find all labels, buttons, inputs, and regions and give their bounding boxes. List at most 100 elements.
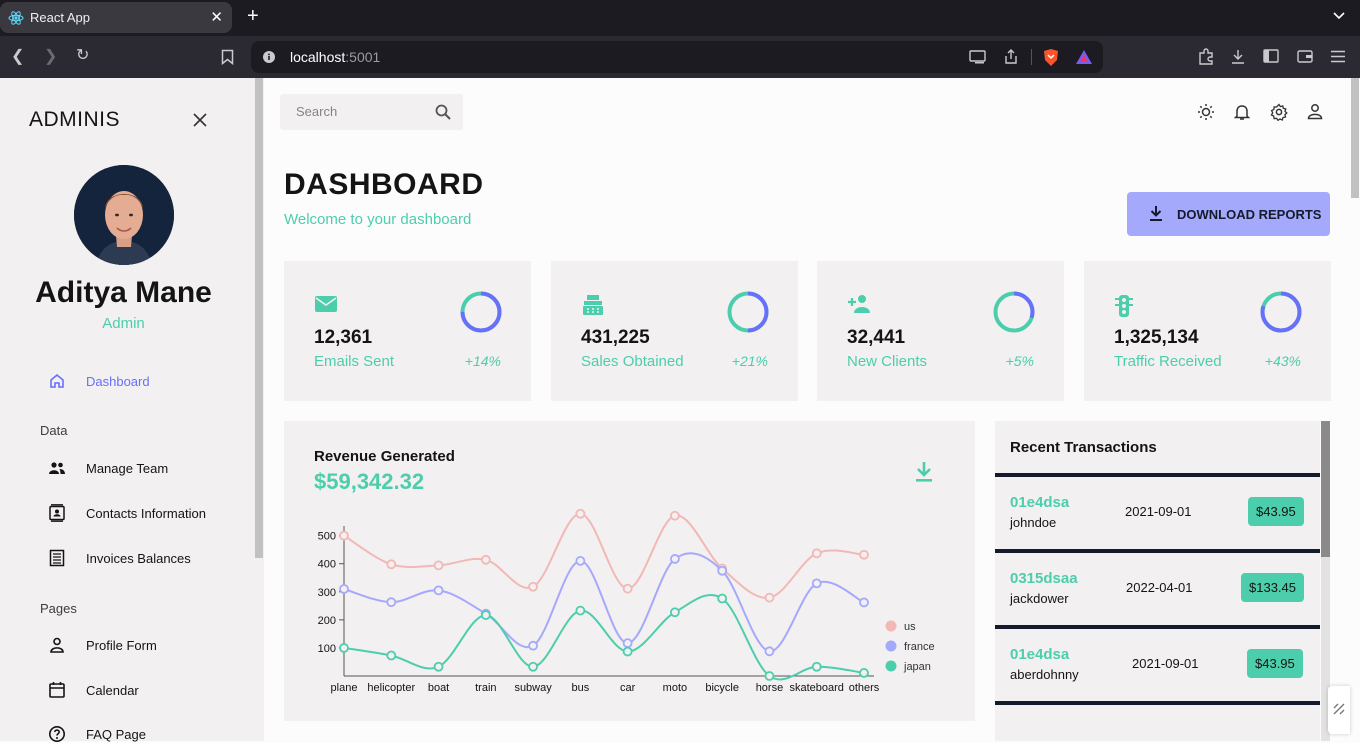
transaction-id: 01e4dsa — [1010, 646, 1070, 663]
sidebar-item-profile-form[interactable]: Profile Form — [48, 636, 157, 654]
series-line-japan — [343, 593, 865, 681]
settings-icon[interactable] — [1270, 103, 1288, 121]
data-point-japan[interactable] — [764, 671, 775, 681]
data-point-us[interactable] — [386, 559, 397, 570]
data-point-japan[interactable] — [480, 610, 491, 620]
data-point-japan[interactable] — [386, 650, 397, 661]
sidebar-scrollbar[interactable] — [254, 78, 264, 741]
new-tab-icon[interactable]: + — [247, 6, 259, 26]
data-point-japan[interactable] — [339, 643, 349, 653]
stat-value: 431,225 — [581, 327, 650, 348]
data-point-japan[interactable] — [670, 607, 680, 618]
data-point-japan[interactable] — [859, 668, 869, 678]
expand-icon[interactable] — [1332, 702, 1346, 716]
extensions-icon[interactable] — [1197, 48, 1215, 66]
search-icon[interactable] — [435, 104, 451, 120]
data-point-japan[interactable] — [717, 593, 728, 604]
revenue-panel: Revenue Generated $59,342.32 100 200 300 40… — [284, 421, 975, 721]
data-point-france[interactable] — [859, 597, 869, 608]
sidebar-item-faq[interactable]: FAQ Page — [48, 725, 146, 743]
data-point-france[interactable] — [764, 646, 775, 657]
back-icon[interactable]: ❮ — [11, 46, 24, 66]
sidebar-item-dashboard[interactable]: Dashboard — [48, 372, 150, 390]
search-input[interactable]: Search — [296, 104, 337, 119]
data-point-us[interactable] — [339, 530, 349, 541]
legend-swatch — [885, 660, 897, 672]
progress-circle — [1260, 291, 1302, 333]
data-point-us[interactable] — [528, 581, 538, 592]
transaction-user: jackdower — [1010, 591, 1069, 606]
data-point-france[interactable] — [811, 578, 822, 589]
page-scrollbar[interactable] — [1350, 78, 1360, 741]
sidebar-item-label: FAQ Page — [86, 726, 146, 742]
data-point-france[interactable] — [339, 584, 349, 594]
data-point-japan[interactable] — [622, 646, 633, 657]
reload-icon[interactable]: ↻ — [76, 45, 89, 65]
transactions-scrollbar-thumb[interactable] — [1321, 421, 1330, 557]
site-info-icon[interactable] — [263, 51, 275, 63]
brave-shield-icon[interactable] — [1042, 48, 1060, 67]
sidebar-scrollbar-thumb[interactable] — [255, 78, 263, 558]
light-mode-icon[interactable] — [1197, 103, 1215, 121]
transaction-row: 0315dsaa jackdower 2022-04-01 $133.45 — [995, 553, 1320, 629]
x-tick-label: train — [475, 682, 496, 694]
legend-swatch — [885, 620, 897, 632]
account-icon[interactable] — [1307, 103, 1323, 121]
y-tick-label: 500 — [318, 531, 336, 543]
page-scrollbar-thumb[interactable] — [1351, 78, 1359, 198]
notifications-icon[interactable] — [1234, 103, 1250, 121]
page-title: DASHBOARD — [284, 168, 484, 201]
data-point-us[interactable] — [433, 560, 444, 571]
data-point-france[interactable] — [433, 585, 444, 596]
receipt-icon — [49, 549, 65, 567]
data-point-us[interactable] — [480, 554, 491, 565]
stat-label: New Clients — [847, 353, 928, 370]
data-point-france[interactable] — [575, 556, 586, 566]
data-point-us[interactable] — [575, 508, 586, 519]
data-point-france[interactable] — [670, 554, 680, 564]
data-point-france[interactable] — [622, 638, 633, 649]
address-bar[interactable]: localhost:5001 — [251, 41, 1103, 73]
data-point-france[interactable] — [386, 597, 397, 608]
forward-icon[interactable]: ❯ — [44, 46, 57, 66]
close-tab-icon[interactable]: ✕ — [210, 8, 223, 26]
data-point-france[interactable] — [528, 640, 538, 651]
data-point-us[interactable] — [764, 592, 775, 603]
x-tick-label: skateboard — [790, 682, 844, 694]
data-point-japan[interactable] — [575, 605, 586, 616]
menu-icon[interactable] — [1330, 50, 1346, 63]
download-reports-button[interactable]: DOWNLOAD REPORTS — [1127, 192, 1330, 236]
data-point-us[interactable] — [859, 549, 869, 560]
data-point-us[interactable] — [811, 548, 822, 559]
sidebar-item-manage-team[interactable]: Manage Team — [48, 459, 168, 477]
stat-value: 1,325,134 — [1114, 327, 1199, 348]
wallet-icon[interactable] — [1297, 49, 1313, 63]
sidebar-item-calendar[interactable]: Calendar — [48, 681, 139, 699]
data-point-us[interactable] — [670, 510, 680, 521]
progress-circle — [727, 291, 769, 333]
cast-icon[interactable] — [969, 50, 986, 64]
sidebar-item-invoices[interactable]: Invoices Balances — [48, 549, 191, 567]
data-point-us[interactable] — [622, 583, 633, 594]
data-point-japan[interactable] — [433, 661, 444, 672]
data-point-france[interactable] — [717, 565, 728, 576]
transaction-user: aberdohnny — [1010, 667, 1079, 682]
user-role: Admin — [102, 315, 145, 332]
chevron-down-icon[interactable] — [1332, 9, 1346, 23]
browser-tab[interactable]: React App ✕ — [0, 2, 232, 33]
sidebar-item-contacts[interactable]: Contacts Information — [48, 504, 206, 522]
close-sidebar-icon[interactable] — [192, 112, 208, 128]
data-point-japan[interactable] — [528, 661, 538, 672]
sidebar-item-label: Dashboard — [86, 373, 150, 389]
brave-rewards-icon[interactable] — [1075, 49, 1093, 65]
floating-widget[interactable] — [1328, 686, 1350, 734]
contacts-icon — [49, 504, 65, 522]
sidebar-toggle-icon[interactable] — [1263, 49, 1279, 63]
downloads-icon[interactable] — [1231, 49, 1245, 65]
stat-label: Traffic Received — [1114, 353, 1222, 370]
share-icon[interactable] — [1004, 49, 1018, 65]
bookmark-icon[interactable] — [221, 49, 234, 65]
search-box[interactable]: Search — [280, 94, 463, 130]
data-point-japan[interactable] — [811, 661, 822, 672]
sidebar-item-label: Manage Team — [86, 460, 169, 476]
